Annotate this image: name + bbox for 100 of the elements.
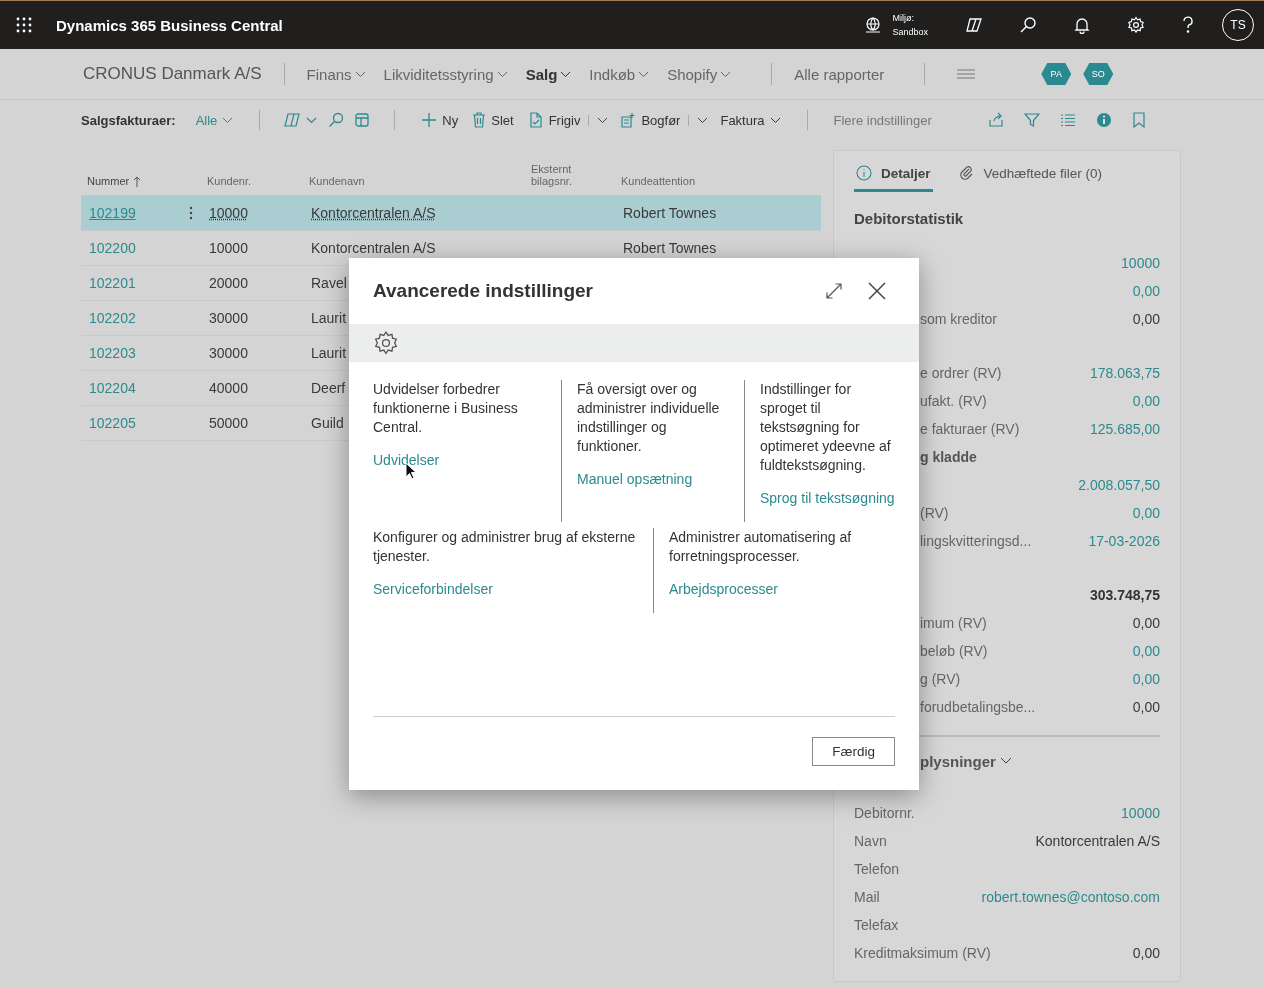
- environment-name: Sandbox: [892, 26, 928, 39]
- section-description: Indstillinger for sproget til tekstsøgning for optimeret ydeevne af fuldtekstsøgning.: [760, 380, 892, 475]
- column-header[interactable]: Kundenr.: [207, 175, 252, 187]
- settings-link[interactable]: Udvidelser: [373, 452, 440, 468]
- section-heading[interactable]: plysninger: [920, 752, 1012, 770]
- chevron-down-icon: [496, 70, 508, 78]
- table-cell[interactable]: 102205: [89, 415, 136, 431]
- chevron-down-icon: [560, 70, 572, 78]
- table-cell: 20000: [209, 275, 248, 291]
- settings-link[interactable]: Sprog til tekstsøgning: [760, 490, 895, 506]
- field-value[interactable]: 2.008.057,50: [1078, 477, 1160, 493]
- chevron-down-icon: [769, 116, 781, 124]
- settings-icon[interactable]: [1127, 16, 1145, 34]
- list-icon[interactable]: [1059, 112, 1076, 128]
- table-cell: 10000: [209, 205, 248, 221]
- table-cell: Guild: [311, 415, 344, 431]
- toolbar-action[interactable]: Slet: [470, 110, 516, 130]
- nav-menu[interactable]: Salg: [525, 65, 572, 83]
- chevron-down-icon: [354, 70, 366, 78]
- field-value[interactable]: 0,00: [1132, 283, 1160, 299]
- table-row[interactable]: 102199 10000 Kontorcentralen A/S Robert Townes: [81, 196, 821, 231]
- column-header[interactable]: Kundenavn: [309, 175, 365, 187]
- field-label: g (RV): [920, 671, 961, 687]
- table-cell: Kontorcentralen A/S: [311, 205, 436, 221]
- settings-link[interactable]: Arbejdsprocesser: [669, 581, 778, 597]
- share-icon[interactable]: [987, 112, 1004, 128]
- field-label: Kreditmaksimum (RV): [854, 945, 991, 961]
- column-header[interactable]: Nummer: [87, 175, 130, 187]
- settings-link[interactable]: Serviceforbindelser: [373, 581, 493, 597]
- table-cell: 50000: [209, 415, 248, 431]
- section-description: Administrer automatisering af forretningsprocesser.: [669, 528, 853, 566]
- field-label: forudbetalingsbe...: [920, 699, 1036, 715]
- help-icon[interactable]: [1181, 16, 1195, 34]
- column-header[interactable]: Eksternt bilagsnr.: [531, 163, 601, 187]
- field-value[interactable]: 0,00: [1132, 505, 1160, 521]
- view-filter-dropdown[interactable]: Alle: [193, 110, 236, 130]
- section-description: Konfigurer og administrer brug af eksterne tjenester.: [373, 528, 637, 566]
- field-value[interactable]: 10000: [1121, 805, 1160, 821]
- split-dropdown-button[interactable]: [688, 114, 709, 126]
- factbox-tab[interactable]: Detaljer: [854, 159, 933, 192]
- field-value[interactable]: 0,00: [1132, 643, 1160, 659]
- paperclip-icon: [958, 165, 975, 181]
- chevron-down-icon: [999, 757, 1012, 765]
- field-value[interactable]: robert.townes@contoso.com: [981, 889, 1160, 905]
- chevron-down-icon: [222, 116, 234, 124]
- chevron-down-icon: [720, 70, 732, 78]
- expand-icon[interactable]: [826, 283, 842, 299]
- toolbar-action[interactable]: Faktura: [718, 110, 783, 130]
- copilot-icon[interactable]: [965, 16, 983, 34]
- app-launcher-icon[interactable]: [16, 17, 32, 33]
- factbox-tab[interactable]: Vedhæftede filer (0): [956, 159, 1105, 192]
- role-badge[interactable]: PA: [1041, 63, 1072, 85]
- table-cell: 30000: [209, 310, 248, 326]
- split-dropdown-button[interactable]: [588, 114, 609, 126]
- done-button[interactable]: Færdig: [812, 737, 895, 766]
- nav-menu[interactable]: Indkøb: [589, 65, 650, 83]
- field-label: Navn: [854, 833, 887, 849]
- nav-menu[interactable]: Likviditetsstyring: [383, 65, 508, 83]
- table-cell[interactable]: 102199: [89, 205, 136, 221]
- table-cell[interactable]: 102201: [89, 275, 136, 291]
- environment-label: Miljø:: [892, 12, 915, 25]
- field-value[interactable]: 0,00: [1132, 671, 1160, 687]
- filter-icon[interactable]: [1023, 112, 1040, 128]
- company-name[interactable]: CRONUS Danmark A/S: [83, 64, 262, 84]
- plus-icon: [421, 112, 438, 128]
- field-label: imum (RV): [920, 615, 987, 631]
- more-options-icon[interactable]: [189, 206, 193, 220]
- table-cell[interactable]: 102204: [89, 380, 136, 396]
- close-icon[interactable]: [868, 282, 886, 300]
- field-label: Debitornr.: [854, 805, 915, 821]
- search-icon[interactable]: [1019, 16, 1037, 34]
- settings-link[interactable]: Manuel opsætning: [577, 471, 693, 487]
- toolbar-action[interactable]: Frigiv: [525, 110, 583, 130]
- field-label: ufakt. (RV): [920, 393, 987, 409]
- field-value[interactable]: 10000: [1121, 255, 1160, 271]
- info-icon[interactable]: [1095, 112, 1112, 128]
- toolbar-action[interactable]: Ny: [419, 110, 461, 130]
- table-cell: Ravel: [311, 275, 347, 291]
- table-cell[interactable]: 102203: [89, 345, 136, 361]
- chevron-down-icon: [638, 70, 650, 78]
- field-value[interactable]: 17-03-2026: [1088, 533, 1160, 549]
- page-caption: Salgsfakturaer:: [81, 112, 176, 128]
- column-header[interactable]: Kundeattention: [621, 175, 695, 187]
- table-cell[interactable]: 102202: [89, 310, 136, 326]
- toolbar-action[interactable]: Bogfør: [618, 110, 683, 130]
- more-options-button[interactable]: Flere indstillinger: [831, 110, 934, 130]
- globe-icon: [864, 16, 883, 34]
- field-value: 0,00: [1132, 615, 1160, 631]
- chevron-down-icon: [597, 116, 609, 124]
- nav-menu[interactable]: Finans: [306, 65, 366, 83]
- layout-icon[interactable]: [354, 112, 371, 128]
- reports-link[interactable]: Alle rapporter: [794, 65, 885, 83]
- field-value: 0,00: [1132, 311, 1160, 327]
- bell-icon[interactable]: [1073, 16, 1091, 34]
- field-value[interactable]: 178.063,75: [1089, 365, 1160, 381]
- nav-menu[interactable]: Shopify: [667, 65, 732, 83]
- role-badge[interactable]: SO: [1083, 63, 1114, 85]
- field-value[interactable]: 0,00: [1132, 393, 1160, 409]
- table-cell[interactable]: 102200: [89, 240, 136, 256]
- field-value[interactable]: 125.685,00: [1089, 421, 1160, 437]
